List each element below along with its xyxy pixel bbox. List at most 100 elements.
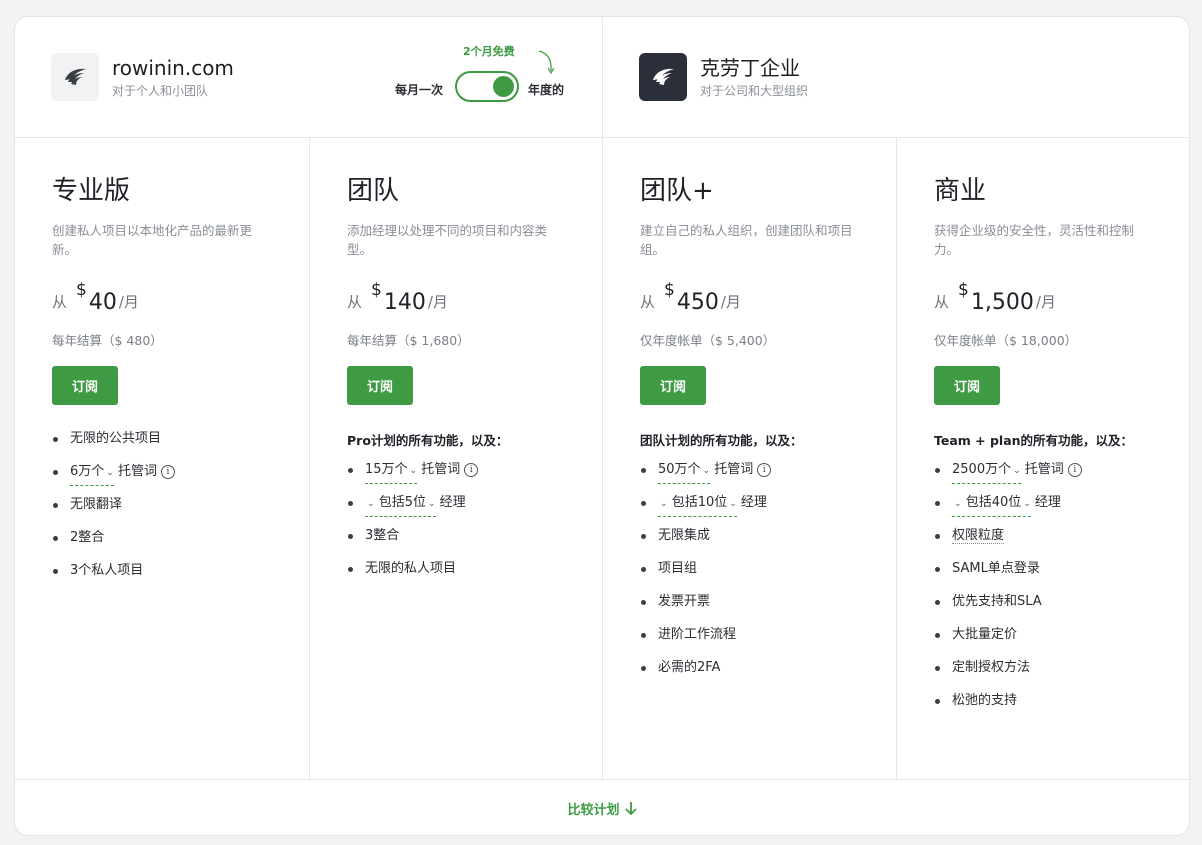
brand-name: rowinin.com (112, 55, 234, 80)
chevron-down-icon: ⌄ (729, 499, 737, 509)
annual-label[interactable]: 年度的 (528, 81, 564, 98)
monthly-label[interactable]: 每月一次 (395, 81, 443, 98)
brand-name: 克劳丁企业 (700, 55, 800, 80)
pricing-header: rowinin.com 对于个人和小团队 2个月免费 每月一次 年度的 克劳丁企… (15, 17, 1189, 138)
list-item: 2整合 (52, 529, 310, 562)
words-dropdown[interactable]: 2500万个 ⌄ (952, 461, 1021, 484)
dropdown-value: 2500万个 (952, 462, 1012, 477)
feature-list: 15万个 ⌄ 托管词 i ⌄ 包括5位 ⌄ 经理 3整合 无限的私人项目 (347, 461, 603, 593)
price-from: 从 (934, 293, 950, 311)
billing-note: 仅年度帐单（$ 18,000） (934, 333, 1078, 348)
list-item: 项目组 (640, 560, 897, 593)
list-item: 定制授权方法 (934, 659, 1189, 692)
price-period: /月 (427, 293, 448, 311)
feature-text: 进阶工作流程 (658, 627, 737, 642)
words-dropdown[interactable]: 50万个 ⌄ (658, 461, 711, 484)
chevron-down-icon: ⌄ (1013, 466, 1021, 476)
subscribe-button[interactable]: 订阅 (347, 366, 413, 405)
price: 从 $ 1,500 /月 (934, 276, 1189, 316)
billing-note: 仅年度帐单（$ 5,400） (640, 333, 776, 348)
features-heading: 团队计划的所有功能，以及： (640, 433, 803, 448)
subscribe-button[interactable]: 订阅 (934, 366, 1000, 405)
price-period: /月 (118, 293, 139, 311)
chevron-down-icon: ⌄ (1023, 499, 1031, 509)
plan-description: 创建私人项目以本地化产品的最新更新。 (52, 223, 253, 257)
feature-text: 无限的私人项目 (365, 561, 457, 576)
feature-text: 大批量定价 (952, 627, 1018, 642)
feature-text: 2整合 (70, 530, 105, 545)
price-currency: $ (371, 280, 382, 300)
price-currency: $ (664, 280, 675, 300)
feature-text: 3个私人项目 (70, 563, 144, 578)
plan-name: 专业版 (52, 176, 131, 206)
features-heading: Team + plan的所有功能，以及： (934, 433, 1134, 448)
arrow-down-icon (624, 802, 637, 816)
words-dropdown[interactable]: 6万个 ⌄ (70, 463, 114, 486)
feature-text: 定制授权方法 (952, 660, 1031, 675)
list-item: 必需的2FA (640, 659, 897, 692)
chevron-down-icon: ⌄ (702, 466, 711, 476)
list-item: 大批量定价 (934, 626, 1189, 659)
managers-dropdown[interactable]: ⌄ 包括10位 ⌄ (658, 494, 737, 517)
plan-name: 团队+ (640, 176, 714, 206)
feature-text: 托管词 (1024, 462, 1064, 477)
list-item: ⌄ 包括5位 ⌄ 经理 (347, 494, 603, 527)
dropdown-value: 50万个 (658, 462, 701, 477)
feature-text: SAML单点登录 (952, 561, 1040, 576)
managers-dropdown[interactable]: ⌄ 包括40位 ⌄ (952, 494, 1031, 517)
price-from: 从 (347, 293, 363, 311)
list-item: 3整合 (347, 527, 603, 560)
feature-text: 必需的2FA (658, 660, 721, 675)
price-amount: 40 (88, 290, 117, 315)
list-item: 权限粒度 (934, 527, 1189, 560)
managers-dropdown[interactable]: ⌄ 包括5位 ⌄ (365, 494, 436, 517)
feature-text: 优先支持和SLA (952, 594, 1042, 609)
plan-description: 建立自己的私人组织，创建团队和项目组。 (640, 223, 853, 257)
plan-description: 获得企业级的安全性，灵活性和控制力。 (934, 223, 1135, 257)
list-item: 进阶工作流程 (640, 626, 897, 659)
list-item: 3个私人项目 (52, 562, 310, 595)
price-amount: 450 (676, 290, 719, 315)
feature-text: 松弛的支持 (952, 693, 1018, 708)
brand-enterprise: 克劳丁企业 对于公司和大型组织 (639, 53, 808, 101)
info-icon[interactable]: i (757, 463, 772, 477)
pricing-footer: 比较计划 (15, 779, 1189, 835)
dropdown-value: 包括40位 (965, 495, 1022, 510)
plan-name: 团队 (347, 176, 400, 206)
subscribe-button[interactable]: 订阅 (640, 366, 706, 405)
billing-note: 每年结算（$ 480） (52, 333, 163, 348)
feature-text: 无限集成 (658, 528, 711, 543)
compare-label: 比较计划 (567, 803, 620, 818)
info-icon[interactable]: i (160, 465, 175, 479)
plan-business: 商业 获得企业级的安全性，灵活性和控制力。 从 $ 1,500 /月 仅年度帐单… (896, 138, 1189, 779)
list-item: 无限集成 (640, 527, 897, 560)
billing-toggle-switch[interactable] (455, 71, 519, 102)
price-currency: $ (958, 280, 969, 300)
price-currency: $ (76, 280, 87, 300)
billing-toggle-group: 2个月免费 每月一次 年度的 (395, 41, 585, 111)
price-period: /月 (1035, 293, 1056, 311)
brand-subtitle: 对于公司和大型组织 (700, 83, 809, 98)
list-item: SAML单点登录 (934, 560, 1189, 593)
words-dropdown[interactable]: 15万个 ⌄ (365, 461, 418, 484)
feature-list: 50万个 ⌄ 托管词 i ⌄ 包括10位 ⌄ 经理 无限集成 项目组 发票开票 进阶工… (640, 461, 897, 692)
list-item: 无限的私人项目 (347, 560, 603, 593)
plan-name: 商业 (934, 176, 987, 206)
feature-text: 经理 (1034, 495, 1061, 510)
feature-list: 无限的公共项目 6万个 ⌄ 托管词 i 无限翻译 2整合 3个私人项目 (52, 430, 310, 595)
list-item: 无限的公共项目 (52, 430, 310, 463)
compare-plans-link[interactable]: 比较计划 (567, 799, 637, 818)
info-icon[interactable]: i (1067, 463, 1082, 477)
chevron-down-icon: ⌄ (409, 466, 418, 476)
list-item: 15万个 ⌄ 托管词 i (347, 461, 603, 494)
plans-grid: 专业版 创建私人项目以本地化产品的最新更新。 从 $ 40 /月 每年结算（$ … (15, 138, 1189, 779)
feature-text: 托管词 (714, 462, 754, 477)
chevron-down-icon: ⌄ (954, 499, 962, 509)
info-icon[interactable]: i (464, 463, 479, 477)
subscribe-button[interactable]: 订阅 (52, 366, 118, 405)
price-amount: 140 (383, 290, 426, 315)
list-item: 6万个 ⌄ 托管词 i (52, 463, 310, 496)
chevron-down-icon: ⌄ (427, 499, 436, 509)
feature-text: 权限粒度 (952, 528, 1005, 544)
list-item: 50万个 ⌄ 托管词 i (640, 461, 897, 494)
